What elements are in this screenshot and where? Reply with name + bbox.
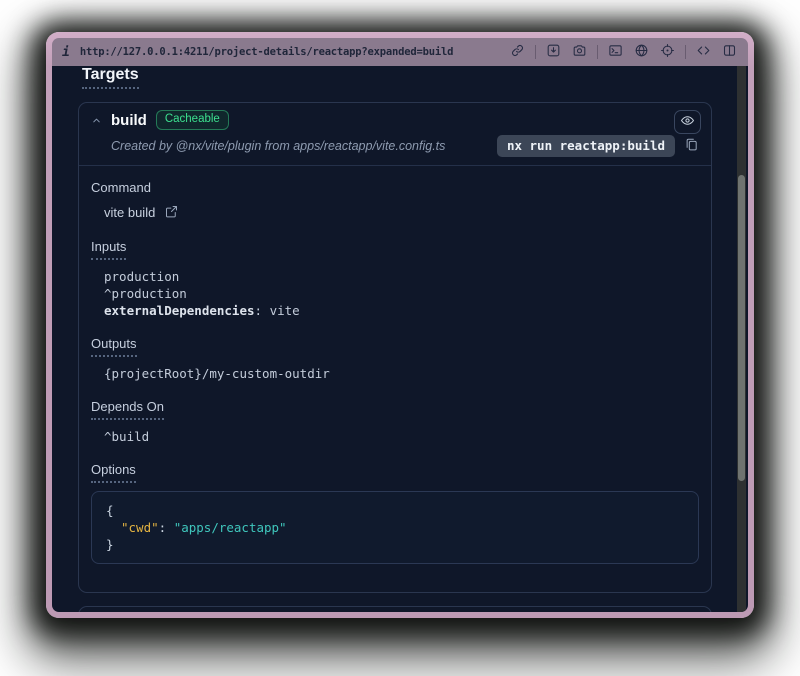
code-icon (696, 43, 711, 61)
info-icon: i (62, 45, 70, 60)
toolbar-divider (597, 45, 598, 59)
chevron-up-icon[interactable] (91, 115, 102, 126)
url-text[interactable]: http://127.0.0.1:4211/project-details/re… (80, 46, 453, 58)
terminal-icon (608, 43, 623, 61)
input-item: ^production (104, 285, 699, 302)
command-section-label: Command (91, 180, 699, 196)
depends-on-item: ^build (104, 428, 699, 445)
created-by-text: Created by @nx/vite/plugin from apps/rea… (111, 139, 445, 153)
desktop-background: i http://127.0.0.1:4211/project-details/… (0, 0, 800, 676)
browser-titlebar: i http://127.0.0.1:4211/project-details/… (52, 38, 748, 66)
copy-icon (684, 137, 699, 155)
json-value: "apps/reactapp" (174, 520, 287, 535)
json-close-brace: } (106, 536, 684, 553)
code-button[interactable] (695, 44, 712, 61)
serve-target-header: serve vite serve (79, 607, 711, 612)
output-item: {projectRoot}/my-custom-outdir (104, 365, 699, 382)
camera-button[interactable] (571, 44, 588, 61)
toolbar-divider (535, 45, 536, 59)
outputs-list: {projectRoot}/my-custom-outdir (104, 365, 699, 382)
json-colon: : (159, 520, 174, 535)
globe-icon (634, 43, 649, 61)
input-item: externalDependencies: vite (104, 302, 699, 319)
terminal-button[interactable] (607, 44, 624, 61)
camera-icon (572, 43, 587, 61)
depends-on-list: ^build (104, 428, 699, 445)
scrollbar-track[interactable] (737, 66, 746, 612)
json-key: "cwd" (121, 520, 159, 535)
serve-target-card: serve vite serve (78, 606, 712, 612)
external-link-icon (164, 204, 179, 222)
options-section-label: Options (91, 462, 136, 483)
download-button[interactable] (545, 44, 562, 61)
split-view-icon (722, 43, 737, 61)
inputs-section-label: Inputs (91, 239, 126, 260)
outputs-section-label: Outputs (91, 336, 137, 357)
globe-button[interactable] (633, 44, 650, 61)
build-target-details: Command vite build Inputs production ^pr… (79, 166, 711, 592)
build-target-header: build Cacheable Created by @nx/vite/plug… (79, 103, 711, 166)
eye-icon (680, 113, 695, 131)
link-button[interactable] (509, 44, 526, 61)
scrollbar-thumb[interactable] (738, 175, 745, 481)
depends-on-section-label: Depends On (91, 399, 164, 420)
input-value: : vite (255, 303, 300, 318)
target-name: build (111, 112, 147, 129)
json-open-brace: { (106, 502, 684, 519)
open-config-link[interactable] (164, 204, 179, 222)
download-icon (546, 43, 561, 61)
target-icon (660, 43, 675, 61)
split-view-button[interactable] (721, 44, 738, 61)
run-command-chip: nx run reactapp:build (497, 135, 675, 157)
json-option-line: "cwd": "apps/reactapp" (106, 519, 684, 536)
project-details-page: Targets build Cacheable Created by @nx/v… (52, 66, 748, 612)
target-button[interactable] (659, 44, 676, 61)
link-icon (510, 43, 525, 61)
copy-command-button[interactable] (684, 137, 699, 155)
input-key: externalDependencies (104, 303, 255, 318)
browser-window: i http://127.0.0.1:4211/project-details/… (46, 32, 754, 618)
view-target-graph-button[interactable] (674, 110, 701, 134)
input-item: production (104, 268, 699, 285)
browser-toolbar (509, 44, 738, 61)
cacheable-badge: Cacheable (156, 110, 229, 130)
command-value: vite build (104, 205, 155, 221)
targets-heading: Targets (82, 67, 139, 89)
toolbar-divider (685, 45, 686, 59)
options-json-block: { "cwd": "apps/reactapp" } (91, 491, 699, 564)
build-target-card: build Cacheable Created by @nx/vite/plug… (78, 102, 712, 593)
inputs-list: production ^production externalDependenc… (104, 268, 699, 319)
